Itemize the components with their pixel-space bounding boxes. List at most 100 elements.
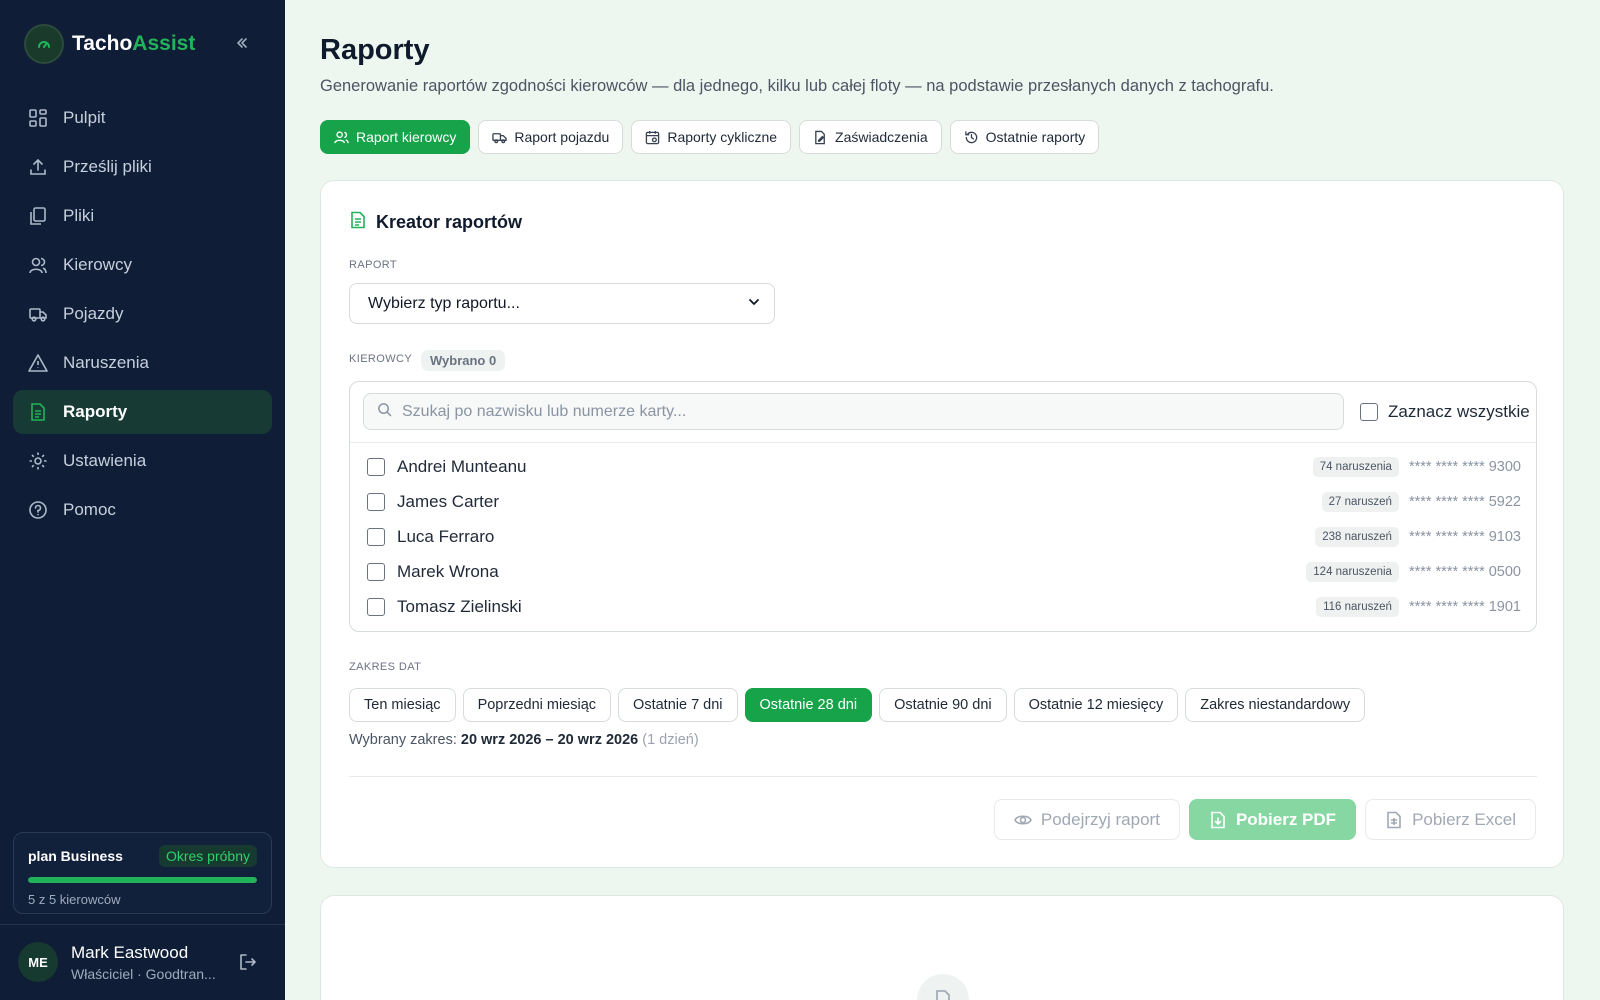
dashboard-icon — [27, 107, 49, 129]
report-type-value: Wybierz typ raportu... — [368, 294, 520, 312]
tab-label: Ostatnie raporty — [985, 129, 1086, 145]
report-actions: Podejrzyj raport Pobierz PDF Pobierz Exc… — [985, 799, 1536, 840]
file-download-icon — [1209, 811, 1227, 829]
range-previous-month-button[interactable]: Poprzedni miesiąc — [462, 688, 612, 722]
card-divider — [349, 776, 1537, 777]
tab-label: Zaświadczenia — [835, 129, 928, 145]
tab-recurring-reports[interactable]: Raporty cykliczne — [631, 120, 792, 154]
driver-checkbox[interactable] — [367, 598, 385, 616]
gear-icon — [27, 450, 49, 472]
sidebar-item-upload[interactable]: Prześlij pliki — [13, 145, 272, 189]
report-creator-card: Kreator raportów RAPORT Wybierz typ rapo… — [320, 180, 1564, 868]
brand[interactable]: TachoAssist — [24, 24, 195, 64]
excel-label: Pobierz Excel — [1412, 809, 1516, 829]
selected-range-text: Wybrany zakres: 20 wrz 2026 – 20 wrz 202… — [349, 732, 699, 748]
date-range-label: ZAKRES DAT — [349, 661, 422, 673]
brand-name: TachoAssist — [72, 32, 196, 55]
calendar-icon — [645, 130, 660, 145]
empty-document-icon — [917, 974, 969, 1000]
violations-badge: 116 naruszeń — [1316, 597, 1399, 617]
user-profile[interactable]: ME Mark Eastwood Właściciel · Goodtran..… — [18, 942, 216, 982]
page-subtitle: Generowanie raportów zgodności kierowców… — [320, 77, 1274, 95]
tab-certificates[interactable]: Zaświadczenia — [799, 120, 942, 154]
user-role: Właściciel · Goodtran... — [71, 965, 216, 982]
sidebar-item-help[interactable]: Pomoc — [13, 488, 272, 532]
download-pdf-button[interactable]: Pobierz PDF — [1188, 799, 1357, 840]
driver-checkbox[interactable] — [367, 458, 385, 476]
sidebar-item-pulpit[interactable]: Pulpit — [13, 96, 272, 140]
tab-recent-reports[interactable]: Ostatnie raporty — [949, 120, 1100, 154]
download-excel-button[interactable]: Pobierz Excel — [1365, 799, 1536, 840]
violations-badge: 27 naruszeń — [1321, 492, 1399, 512]
tab-label: Raporty cykliczne — [667, 129, 778, 145]
sidebar-item-files[interactable]: Pliki — [13, 194, 272, 238]
help-icon — [27, 499, 49, 521]
user-name: Mark Eastwood — [71, 942, 189, 962]
sidebar-item-label: Prześlij pliki — [63, 157, 152, 176]
sidebar-item-reports[interactable]: Raporty — [13, 390, 272, 434]
tab-label: Raport kierowcy — [356, 129, 457, 145]
driver-picker: Szukaj po nazwisku lub numerze karty... … — [349, 381, 1537, 632]
range-custom-button[interactable]: Zakres niestandardowy — [1185, 688, 1366, 722]
sidebar-item-vehicles[interactable]: Pojazdy — [13, 292, 272, 336]
sidebar-item-settings[interactable]: Ustawienia — [13, 439, 272, 483]
users-icon — [27, 254, 49, 276]
driver-row[interactable]: Marek Wrona 124 naruszenia **** **** ****… — [367, 557, 1521, 587]
sidebar-item-label: Pulpit — [63, 108, 106, 127]
sidebar: TachoAssist Pulpit Prześlij pliki Pliki … — [0, 0, 285, 1000]
driver-checkbox[interactable] — [367, 493, 385, 511]
card-number: **** **** **** 1901 — [1408, 599, 1521, 615]
range-this-month-button[interactable]: Ten miesiąc — [349, 688, 456, 722]
tab-driver-report[interactable]: Raport kierowcy — [320, 120, 471, 154]
preview-report-button[interactable]: Podejrzyj raport — [993, 799, 1180, 840]
driver-name: Luca Ferraro — [397, 527, 495, 546]
driver-row[interactable]: Andrei Munteanu 74 naruszenia **** **** *… — [367, 452, 1521, 482]
logout-icon[interactable] — [238, 952, 260, 974]
card-number: **** **** **** 9300 — [1408, 459, 1521, 475]
sidebar-item-label: Raporty — [63, 402, 128, 421]
range-prefix: Wybrany zakres: — [349, 732, 457, 748]
driver-name: Tomasz Zielinski — [397, 597, 522, 616]
sidebar-divider — [0, 924, 285, 925]
collapse-sidebar-icon[interactable] — [230, 31, 254, 55]
tab-vehicle-report[interactable]: Raport pojazdu — [478, 120, 624, 154]
range-last-28-days-button[interactable]: Ostatnie 28 dni — [744, 688, 873, 722]
document-icon — [349, 211, 367, 234]
driver-name: Andrei Munteanu — [397, 457, 527, 476]
date-range-buttons: Ten miesiąc Poprzedni miesiąc Ostatnie 7… — [349, 688, 1372, 722]
history-icon — [964, 130, 979, 145]
violations-badge: 238 naruszeń — [1315, 527, 1399, 547]
driver-name: James Carter — [397, 492, 500, 511]
sidebar-item-label: Pojazdy — [63, 304, 124, 323]
card-number: **** **** **** 9103 — [1408, 529, 1521, 545]
avatar: ME — [18, 942, 58, 982]
chevron-down-icon — [748, 295, 760, 313]
report-type-select[interactable]: Wybierz typ raportu... — [349, 283, 775, 324]
driver-search-input[interactable]: Szukaj po nazwisku lub numerze karty... — [363, 393, 1344, 430]
range-last-7-days-button[interactable]: Ostatnie 7 dni — [618, 688, 738, 722]
edit-doc-icon — [813, 130, 828, 145]
selected-count-badge: Wybrano 0 — [421, 350, 506, 371]
driver-checkbox[interactable] — [367, 563, 385, 581]
sidebar-item-drivers[interactable]: Kierowcy — [13, 243, 272, 287]
sidebar-nav: Pulpit Prześlij pliki Pliki Kierowcy Poj… — [13, 96, 272, 537]
driver-row[interactable]: James Carter 27 naruszeń **** **** **** 5… — [367, 487, 1521, 517]
plan-usage-text: 5 z 5 kierowców — [28, 892, 121, 907]
driver-row[interactable]: Tomasz Zielinski 116 naruszeń **** **** *… — [367, 592, 1521, 622]
pdf-label: Pobierz PDF — [1235, 809, 1337, 829]
sidebar-item-violations[interactable]: Naruszenia — [13, 341, 272, 385]
sidebar-item-label: Ustawienia — [63, 451, 147, 470]
sidebar-item-label: Naruszenia — [63, 353, 149, 372]
driver-name: Marek Wrona — [397, 562, 499, 581]
driver-row[interactable]: Luca Ferraro 238 naruszeń **** **** **** … — [367, 522, 1521, 552]
checkbox[interactable] — [1360, 403, 1378, 421]
sidebar-item-label: Kierowcy — [63, 255, 132, 274]
select-all-checkbox[interactable]: Zaznacz wszystkie — [1360, 402, 1530, 422]
card-number: **** **** **** 0500 — [1408, 564, 1521, 580]
report-type-label: RAPORT — [349, 259, 398, 271]
range-last-90-days-button[interactable]: Ostatnie 90 dni — [879, 688, 1007, 722]
plan-usage-bar — [28, 877, 257, 883]
driver-checkbox[interactable] — [367, 528, 385, 546]
truck-icon — [492, 130, 508, 145]
range-last-12-months-button[interactable]: Ostatnie 12 miesięcy — [1013, 688, 1179, 722]
